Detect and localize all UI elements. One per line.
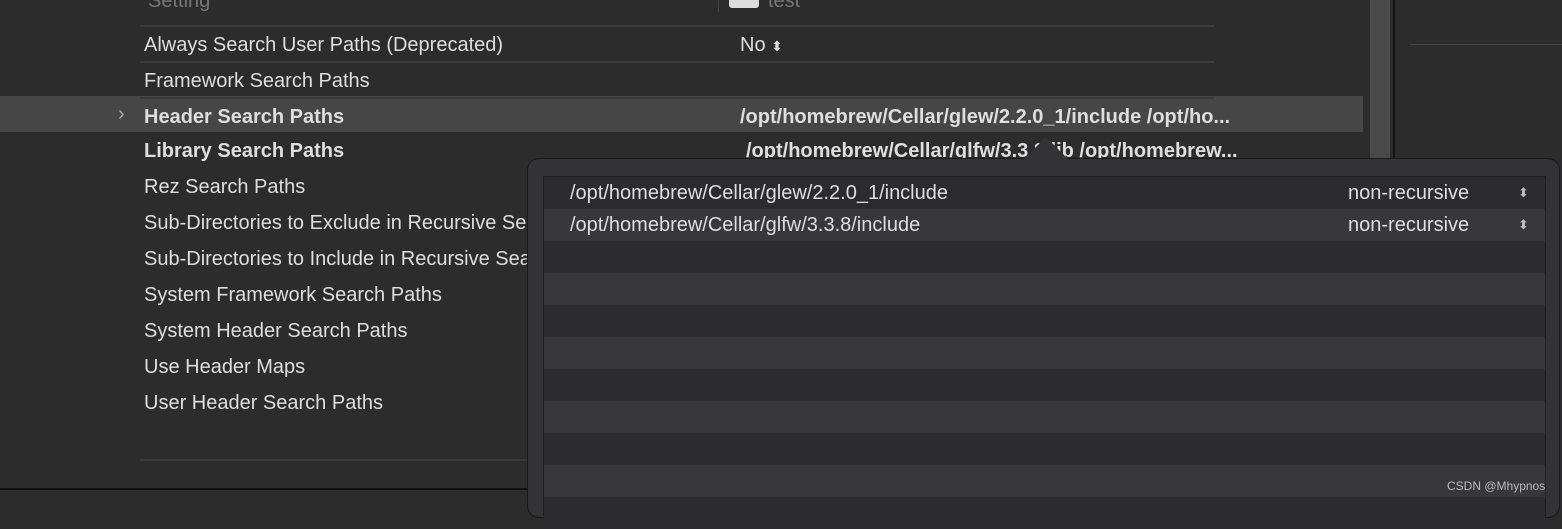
inspector-divider	[1410, 44, 1562, 45]
empty-row	[544, 497, 1545, 529]
setting-name: User Header Search Paths	[144, 392, 384, 414]
setting-row[interactable]: Framework Search Paths	[140, 61, 1214, 97]
column-divider	[718, 0, 719, 12]
watermark: CSDN @Mhypnos	[1447, 479, 1546, 493]
path-text[interactable]: /opt/homebrew/Cellar/glfw/3.3.8/include	[570, 209, 920, 241]
recursion-mode-select[interactable]: non-recursive	[1348, 177, 1469, 209]
empty-row	[544, 337, 1545, 369]
stepper-icon[interactable]: ⬍	[1518, 177, 1529, 209]
empty-row	[544, 305, 1545, 337]
empty-row	[544, 401, 1545, 433]
stepper-icon[interactable]: ⬍	[1518, 209, 1529, 241]
empty-row	[544, 369, 1545, 401]
stepper-icon[interactable]: ⬍	[771, 38, 783, 54]
column-header-setting[interactable]: Setting	[148, 0, 210, 13]
setting-value[interactable]: No ⬍	[740, 27, 783, 64]
table-bottom-divider	[140, 459, 540, 461]
empty-row	[544, 241, 1545, 273]
column-header-target[interactable]: test	[768, 0, 800, 13]
setting-name: Use Header Maps	[144, 356, 306, 378]
empty-row	[544, 273, 1545, 305]
target-icon	[729, 0, 759, 8]
recursion-mode-select[interactable]: non-recursive	[1348, 209, 1469, 241]
setting-name: System Header Search Paths	[144, 320, 408, 342]
setting-row[interactable]: Always Search User Paths (Deprecated) No …	[140, 25, 1214, 61]
setting-row[interactable]: Header Search Paths/opt/homebrew/Cellar/…	[140, 97, 1230, 133]
popover-arrow	[1024, 137, 1068, 159]
empty-row	[544, 465, 1545, 497]
setting-value-text: No	[740, 34, 766, 56]
setting-name: Library Search Paths	[144, 140, 345, 162]
pane-bottom-border	[0, 488, 540, 490]
setting-name: Sub-Directories to Include in Recursive …	[144, 248, 580, 270]
empty-row	[544, 433, 1545, 465]
setting-name: Header Search Paths	[144, 106, 345, 128]
setting-value[interactable]: /opt/homebrew/Cellar/glew/2.2.0_1/includ…	[740, 99, 1230, 135]
search-paths-table: /opt/homebrew/Cellar/glew/2.2.0_1/includ…	[543, 176, 1546, 529]
setting-name: Rez Search Paths	[144, 176, 306, 198]
path-row[interactable]: /opt/homebrew/Cellar/glew/2.2.0_1/includ…	[544, 177, 1545, 209]
setting-name: Framework Search Paths	[144, 70, 370, 92]
setting-name: Always Search User Paths (Deprecated)	[144, 34, 504, 56]
disclosure-chevron-icon[interactable]: ›	[118, 103, 125, 126]
path-row[interactable]: /opt/homebrew/Cellar/glfw/3.3.8/include n…	[544, 209, 1545, 241]
setting-value-text: /opt/homebrew/Cellar/glew/2.2.0_1/includ…	[740, 106, 1231, 128]
search-paths-popover: /opt/homebrew/Cellar/glew/2.2.0_1/includ…	[527, 137, 1560, 529]
setting-name: System Framework Search Paths	[144, 284, 442, 306]
setting-name: Sub-Directories to Exclude in Recursive …	[144, 212, 587, 234]
path-text[interactable]: /opt/homebrew/Cellar/glew/2.2.0_1/includ…	[570, 177, 948, 209]
